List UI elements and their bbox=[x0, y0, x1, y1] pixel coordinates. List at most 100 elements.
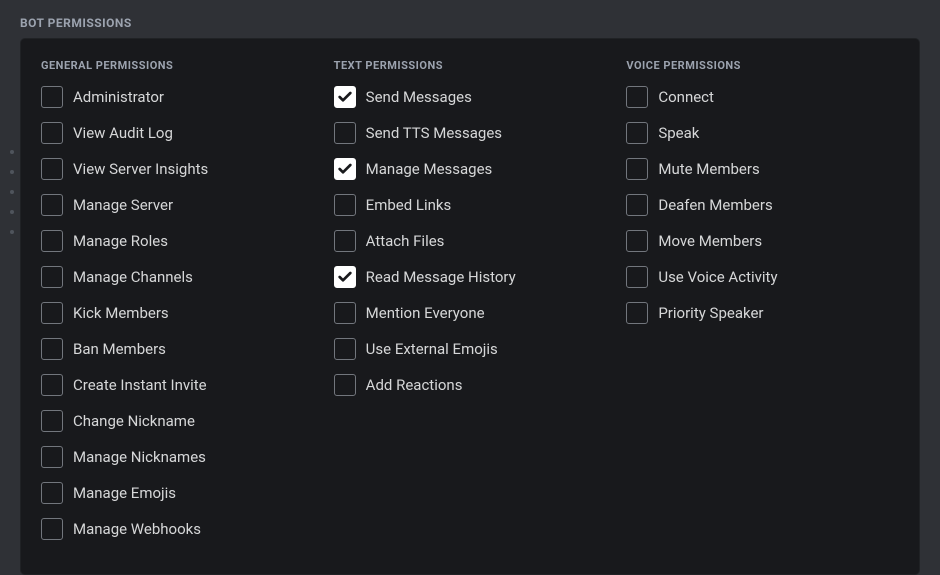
permissions-column-general-permissions: GENERAL PERMISSIONS Administrator View Aud… bbox=[41, 59, 314, 554]
permission-label: Manage Emojis bbox=[73, 484, 176, 502]
permission-label: Deafen Members bbox=[658, 196, 772, 214]
sidebar-dots bbox=[10, 150, 14, 234]
permission-mention-everyone[interactable]: Mention Everyone bbox=[334, 302, 607, 324]
permission-label: View Server Insights bbox=[73, 160, 208, 178]
permission-priority-speaker[interactable]: Priority Speaker bbox=[626, 302, 899, 324]
permission-ban-members[interactable]: Ban Members bbox=[41, 338, 314, 360]
permission-label: Read Message History bbox=[366, 268, 516, 286]
permission-change-nickname[interactable]: Change Nickname bbox=[41, 410, 314, 432]
checkbox-manage-server[interactable] bbox=[41, 194, 63, 216]
permission-label: Ban Members bbox=[73, 340, 166, 358]
permission-label: Move Members bbox=[658, 232, 762, 250]
checkbox-deafen-members[interactable] bbox=[626, 194, 648, 216]
permission-manage-webhooks[interactable]: Manage Webhooks bbox=[41, 518, 314, 540]
permission-view-audit-log[interactable]: View Audit Log bbox=[41, 122, 314, 144]
checkbox-change-nickname[interactable] bbox=[41, 410, 63, 432]
permission-mute-members[interactable]: Mute Members bbox=[626, 158, 899, 180]
permission-label: Change Nickname bbox=[73, 412, 195, 430]
permission-label: Send TTS Messages bbox=[366, 124, 502, 142]
permission-label: Send Messages bbox=[366, 88, 472, 106]
checkbox-send-tts-messages[interactable] bbox=[334, 122, 356, 144]
permission-create-instant-invite[interactable]: Create Instant Invite bbox=[41, 374, 314, 396]
permission-read-message-history[interactable]: Read Message History bbox=[334, 266, 607, 288]
checkbox-mute-members[interactable] bbox=[626, 158, 648, 180]
permission-move-members[interactable]: Move Members bbox=[626, 230, 899, 252]
permission-label: Administrator bbox=[73, 88, 164, 106]
permission-label: Manage Channels bbox=[73, 268, 193, 286]
dot-icon bbox=[10, 150, 14, 154]
permission-embed-links[interactable]: Embed Links bbox=[334, 194, 607, 216]
permission-label: View Audit Log bbox=[73, 124, 173, 142]
permission-label: Manage Roles bbox=[73, 232, 168, 250]
checkbox-attach-files[interactable] bbox=[334, 230, 356, 252]
permission-label: Manage Server bbox=[73, 196, 173, 214]
permission-label: Priority Speaker bbox=[658, 304, 763, 322]
permission-manage-roles[interactable]: Manage Roles bbox=[41, 230, 314, 252]
permission-label: Kick Members bbox=[73, 304, 169, 322]
permission-send-tts-messages[interactable]: Send TTS Messages bbox=[334, 122, 607, 144]
column-title: GENERAL PERMISSIONS bbox=[41, 59, 314, 72]
permission-manage-nicknames[interactable]: Manage Nicknames bbox=[41, 446, 314, 468]
permission-speak[interactable]: Speak bbox=[626, 122, 899, 144]
checkbox-manage-messages[interactable] bbox=[334, 158, 356, 180]
column-title: VOICE PERMISSIONS bbox=[626, 59, 899, 72]
permission-manage-messages[interactable]: Manage Messages bbox=[334, 158, 607, 180]
checkbox-send-messages[interactable] bbox=[334, 86, 356, 108]
permission-label: Create Instant Invite bbox=[73, 376, 207, 394]
permission-label: Attach Files bbox=[366, 232, 445, 250]
checkbox-manage-channels[interactable] bbox=[41, 266, 63, 288]
checkbox-create-instant-invite[interactable] bbox=[41, 374, 63, 396]
checkbox-ban-members[interactable] bbox=[41, 338, 63, 360]
permission-manage-server[interactable]: Manage Server bbox=[41, 194, 314, 216]
permission-label: Manage Nicknames bbox=[73, 448, 206, 466]
permission-kick-members[interactable]: Kick Members bbox=[41, 302, 314, 324]
checkbox-kick-members[interactable] bbox=[41, 302, 63, 324]
checkbox-use-external-emojis[interactable] bbox=[334, 338, 356, 360]
permission-label: Use External Emojis bbox=[366, 340, 498, 358]
permission-use-external-emojis[interactable]: Use External Emojis bbox=[334, 338, 607, 360]
permission-label: Mute Members bbox=[658, 160, 759, 178]
section-title: BOT PERMISSIONS bbox=[0, 0, 940, 38]
permission-manage-emojis[interactable]: Manage Emojis bbox=[41, 482, 314, 504]
permission-add-reactions[interactable]: Add Reactions bbox=[334, 374, 607, 396]
checkbox-connect[interactable] bbox=[626, 86, 648, 108]
permissions-column-voice-permissions: VOICE PERMISSIONS Connect Speak Mute Member… bbox=[626, 59, 899, 554]
permission-label: Manage Webhooks bbox=[73, 520, 201, 538]
checkbox-speak[interactable] bbox=[626, 122, 648, 144]
dot-icon bbox=[10, 210, 14, 214]
permission-send-messages[interactable]: Send Messages bbox=[334, 86, 607, 108]
checkbox-mention-everyone[interactable] bbox=[334, 302, 356, 324]
checkbox-manage-webhooks[interactable] bbox=[41, 518, 63, 540]
checkbox-read-message-history[interactable] bbox=[334, 266, 356, 288]
dot-icon bbox=[10, 190, 14, 194]
checkbox-embed-links[interactable] bbox=[334, 194, 356, 216]
permission-label: Add Reactions bbox=[366, 376, 463, 394]
permission-view-server-insights[interactable]: View Server Insights bbox=[41, 158, 314, 180]
checkbox-add-reactions[interactable] bbox=[334, 374, 356, 396]
permission-label: Speak bbox=[658, 124, 699, 142]
permission-use-voice-activity[interactable]: Use Voice Activity bbox=[626, 266, 899, 288]
checkbox-priority-speaker[interactable] bbox=[626, 302, 648, 324]
permission-attach-files[interactable]: Attach Files bbox=[334, 230, 607, 252]
checkbox-manage-nicknames[interactable] bbox=[41, 446, 63, 468]
column-title: TEXT PERMISSIONS bbox=[334, 59, 607, 72]
checkbox-administrator[interactable] bbox=[41, 86, 63, 108]
permission-deafen-members[interactable]: Deafen Members bbox=[626, 194, 899, 216]
checkbox-manage-emojis[interactable] bbox=[41, 482, 63, 504]
permissions-column-text-permissions: TEXT PERMISSIONS Send Messages Send TTS Me… bbox=[334, 59, 607, 554]
permission-label: Mention Everyone bbox=[366, 304, 485, 322]
permissions-panel: GENERAL PERMISSIONS Administrator View Aud… bbox=[20, 38, 920, 575]
permission-connect[interactable]: Connect bbox=[626, 86, 899, 108]
permission-administrator[interactable]: Administrator bbox=[41, 86, 314, 108]
checkbox-move-members[interactable] bbox=[626, 230, 648, 252]
permission-manage-channels[interactable]: Manage Channels bbox=[41, 266, 314, 288]
dot-icon bbox=[10, 170, 14, 174]
permission-label: Connect bbox=[658, 88, 714, 106]
permission-label: Manage Messages bbox=[366, 160, 493, 178]
checkbox-manage-roles[interactable] bbox=[41, 230, 63, 252]
checkbox-view-server-insights[interactable] bbox=[41, 158, 63, 180]
checkbox-use-voice-activity[interactable] bbox=[626, 266, 648, 288]
permission-label: Embed Links bbox=[366, 196, 452, 214]
permission-label: Use Voice Activity bbox=[658, 268, 777, 286]
checkbox-view-audit-log[interactable] bbox=[41, 122, 63, 144]
